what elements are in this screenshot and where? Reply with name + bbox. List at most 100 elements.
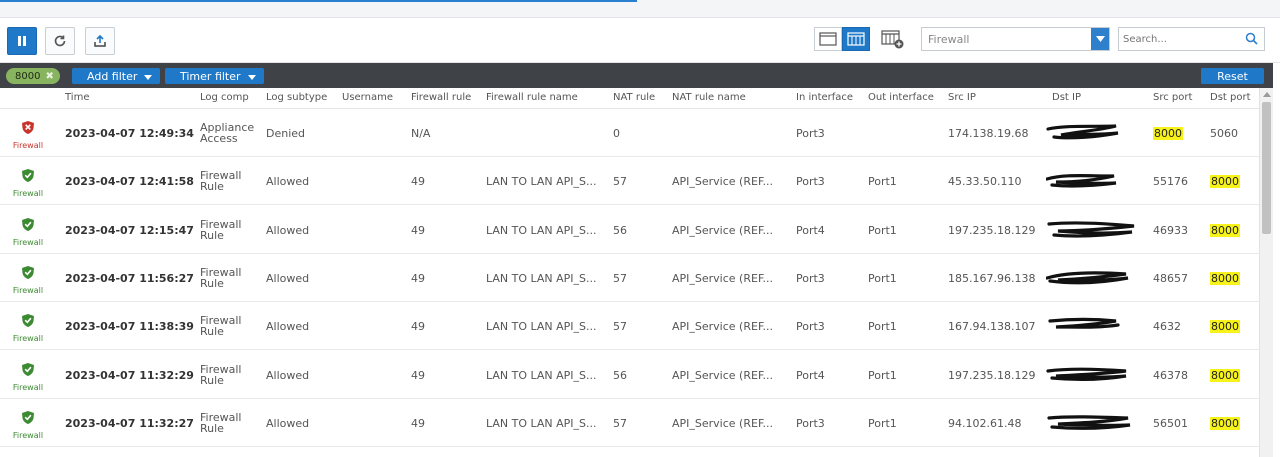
column-header[interactable]: Dst port (1210, 92, 1251, 103)
cell-src-ip: 185.167.96.138 (948, 271, 1036, 285)
redacted-dst-ip (1046, 220, 1138, 244)
log-type-label: Firewall (12, 237, 44, 247)
cell-in-if: Port4 (796, 223, 825, 237)
scroll-up-arrow-icon[interactable] (1263, 92, 1271, 97)
cell-dst-port: 8000 (1210, 320, 1240, 334)
cell-src-ip: 174.138.19.68 (948, 127, 1029, 140)
refresh-button[interactable] (45, 27, 75, 55)
log-type-label: Firewall (12, 382, 44, 392)
cell-log-subtype: Allowed (266, 320, 310, 334)
cell-in-if: Port3 (796, 416, 825, 430)
column-header[interactable]: Time (65, 92, 89, 103)
add-filter-button[interactable]: Add filter (72, 68, 161, 84)
cell-time: 2023-04-07 11:32:27 (65, 416, 194, 430)
cell-fw-rule-name: LAN TO LAN API_S... (486, 271, 597, 285)
table-row[interactable]: Firewall 2023-04-07 12:49:34 Appliance Acc… (0, 109, 1259, 157)
cell-log-comp: Firewall Rule (200, 410, 242, 435)
cell-in-if: Port3 (796, 175, 825, 189)
scrollbar-thumb[interactable] (1262, 102, 1271, 234)
filter-chip-label: 8000 (15, 70, 41, 82)
log-type-select[interactable]: Firewall (921, 27, 1110, 51)
cell-time: 2023-04-07 11:38:39 (65, 320, 194, 334)
add-column-icon (881, 30, 904, 49)
search-icon[interactable] (1245, 32, 1258, 45)
single-pane-icon (819, 32, 837, 46)
column-header[interactable]: Firewall rule (411, 92, 471, 103)
column-header[interactable]: Log subtype (266, 92, 327, 103)
cell-time: 2023-04-07 11:32:29 (65, 368, 194, 382)
vertical-scrollbar[interactable] (1259, 88, 1273, 457)
cell-src-port: 56501 (1153, 416, 1188, 430)
cell-log-subtype: Denied (266, 127, 306, 140)
table-row[interactable]: Firewall 2023-04-07 11:32:29 Firewall Rule… (0, 351, 1259, 399)
filter-bar: 8000 ✖ Add filter Timer filter Reset (0, 63, 1273, 88)
cell-src-ip: 197.235.18.129 (948, 368, 1036, 382)
cell-out-if: Port1 (868, 320, 897, 334)
status-badge: Firewall (8, 168, 48, 198)
cell-in-if: Port4 (796, 368, 825, 382)
cell-log-subtype: Allowed (266, 416, 310, 430)
column-header[interactable]: Out interface (868, 92, 934, 103)
column-header[interactable]: NAT rule (613, 92, 655, 103)
search-box[interactable] (1118, 27, 1265, 51)
toolbar: Firewall (0, 18, 1280, 63)
column-header[interactable]: NAT rule name (672, 92, 746, 103)
cell-in-if: Port3 (796, 127, 825, 140)
timer-filter-button[interactable]: Timer filter (165, 68, 264, 84)
shield-check-icon (22, 217, 34, 231)
table-row[interactable]: Firewall 2023-04-07 12:15:47 Firewall Rule… (0, 206, 1259, 254)
column-header[interactable]: Firewall rule name (486, 92, 578, 103)
cell-src-ip: 167.94.138.107 (948, 320, 1036, 334)
log-table: Time Log comp Log subtype Username Firew… (0, 88, 1259, 457)
cell-src-ip: 45.33.50.110 (948, 175, 1022, 189)
add-column-button[interactable] (879, 27, 907, 51)
cell-fw-rule: 49 (411, 175, 425, 189)
cell-nat-rule-name: API_Service (REF... (672, 271, 773, 285)
table-row[interactable]: Firewall 2023-04-07 11:38:39 Firewall Rule… (0, 302, 1259, 351)
column-header[interactable]: Username (342, 92, 393, 103)
cell-nat-rule-name: API_Service (REF... (672, 368, 773, 382)
cell-out-if: Port1 (868, 368, 897, 382)
cell-nat-rule: 56 (613, 223, 627, 237)
redacted-dst-ip (1046, 316, 1138, 340)
filter-chip[interactable]: 8000 ✖ (6, 68, 60, 84)
cell-time: 2023-04-07 12:49:34 (65, 127, 194, 140)
view-grid-button[interactable] (842, 27, 870, 51)
cell-fw-rule: 49 (411, 320, 425, 334)
refresh-icon (54, 35, 66, 47)
cell-log-comp: Firewall Rule (200, 217, 242, 242)
highlighted-port: 8000 (1210, 368, 1240, 382)
view-single-pane-button[interactable] (814, 27, 842, 51)
table-row[interactable]: Firewall 2023-04-07 11:32:27 Firewall Rule… (0, 399, 1259, 447)
cell-in-if: Port3 (796, 320, 825, 334)
cell-fw-rule-name: LAN TO LAN API_S... (486, 175, 597, 189)
cell-nat-rule-name: API_Service (REF... (672, 320, 773, 334)
log-type-select-value: Firewall (928, 33, 970, 46)
pause-button[interactable] (7, 27, 37, 55)
reset-button[interactable]: Reset (1201, 68, 1264, 84)
status-badge: Firewall (8, 120, 48, 150)
status-badge: Firewall (8, 410, 48, 440)
close-icon[interactable]: ✖ (45, 71, 53, 82)
loading-progress-bar (0, 0, 637, 2)
cell-src-ip: 197.235.18.129 (948, 223, 1036, 237)
status-badge: Firewall (8, 313, 48, 343)
table-row[interactable]: Firewall 2023-04-07 12:41:58 Firewall Rule… (0, 157, 1259, 206)
chevron-down-icon[interactable] (1091, 28, 1109, 50)
cell-fw-rule: 49 (411, 368, 425, 382)
cell-time: 2023-04-07 12:15:47 (65, 223, 194, 237)
export-button[interactable] (85, 27, 115, 55)
cell-fw-rule: N/A (411, 127, 431, 140)
log-type-label: Firewall (12, 285, 44, 295)
cell-time: 2023-04-07 12:41:58 (65, 175, 194, 189)
redacted-dst-ip (1046, 365, 1138, 389)
column-header[interactable]: Src port (1153, 92, 1192, 103)
column-header[interactable]: In interface (796, 92, 853, 103)
table-row[interactable]: Firewall 2023-04-07 11:56:27 Firewall Rule… (0, 254, 1259, 302)
cell-nat-rule-name: API_Service (REF... (672, 223, 773, 237)
cell-log-comp: Firewall Rule (200, 265, 242, 290)
search-input[interactable] (1123, 31, 1241, 47)
column-header[interactable]: Src IP (948, 92, 976, 103)
column-header[interactable]: Log comp (200, 92, 249, 103)
column-header[interactable]: Dst IP (1052, 92, 1081, 103)
